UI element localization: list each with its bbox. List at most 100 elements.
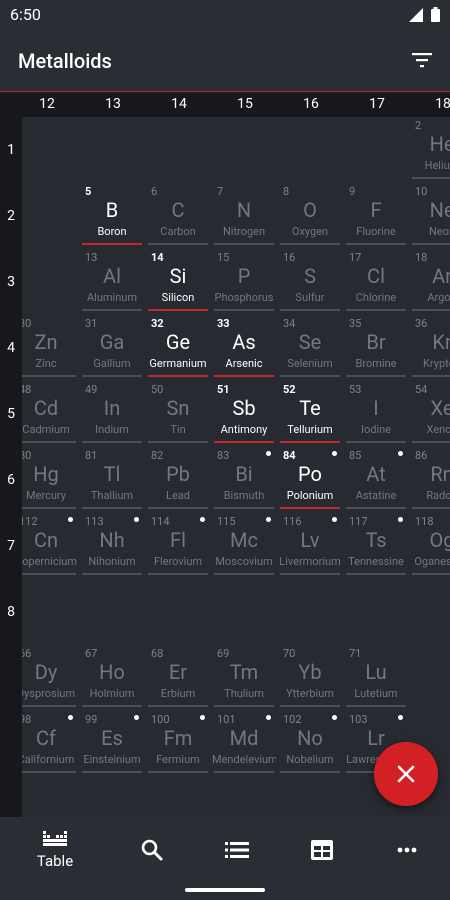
element-name: Krypton xyxy=(423,357,450,370)
atomic-number: 100 xyxy=(151,713,170,726)
element-cell-cn[interactable]: 112Cn Copernicium xyxy=(22,513,78,575)
element-cell-po[interactable]: 84 Po Polonium xyxy=(278,447,342,509)
element-cell-og[interactable]: 118Og Oganesson xyxy=(410,513,450,575)
element-cell-si[interactable]: 14 Si Silicon xyxy=(146,249,210,311)
element-symbol: Xe xyxy=(430,396,450,420)
element-cell-te[interactable]: 52 Te Tellurium xyxy=(278,381,342,443)
element-name: Fermium xyxy=(156,753,200,766)
atomic-number: 69 xyxy=(217,647,230,660)
element-cell-cl[interactable]: 17 Cl Chlorine xyxy=(344,249,408,311)
element-cell-pb[interactable]: 82 Pb Lead xyxy=(146,447,210,509)
element-cell-he[interactable]: 2 He Helium xyxy=(410,117,450,179)
cell-underline xyxy=(214,573,274,575)
element-cell-mc[interactable]: 115 Mc Moscovium xyxy=(212,513,276,575)
element-symbol: Ge xyxy=(165,330,191,354)
nav-list[interactable] xyxy=(192,817,282,883)
element-cell-tl[interactable]: 81 Tl Thallium xyxy=(80,447,144,509)
cell-underline xyxy=(148,243,208,245)
cell-underline xyxy=(82,573,142,575)
element-cell-ge[interactable]: 32 Ge Germanium xyxy=(146,315,210,377)
element-cell-bi[interactable]: 83 Bi Bismuth xyxy=(212,447,276,509)
element-cell-kr[interactable]: 36 Kr Krypton xyxy=(410,315,450,377)
cell-underline xyxy=(412,243,450,245)
element-cell-tm[interactable]: 69 Tm Thulium xyxy=(212,645,276,707)
element-symbol: Po xyxy=(298,462,322,486)
group-number: 16 xyxy=(303,96,319,112)
group-number: 15 xyxy=(237,96,253,112)
element-symbol: He xyxy=(429,132,450,156)
element-name: Sulfur xyxy=(295,291,325,304)
nav-grid[interactable] xyxy=(277,817,367,883)
cell-underline xyxy=(280,507,340,509)
element-cell-at[interactable]: 85 At Astatine xyxy=(344,447,408,509)
radioactive-indicator-dot xyxy=(200,517,205,522)
element-name: Holmium xyxy=(89,687,135,700)
element-cell-sb[interactable]: 51 Sb Antimony xyxy=(212,381,276,443)
element-cell-lv[interactable]: 116 Lv Livermorium xyxy=(278,513,342,575)
element-cell-sn[interactable]: 50 Sn Tin xyxy=(146,381,210,443)
element-cell-n[interactable]: 7 N Nitrogen xyxy=(212,183,276,245)
element-name: Neon xyxy=(428,225,450,238)
element-cell-hg[interactable]: 80 Hg Mercury xyxy=(22,447,78,509)
filter-button[interactable] xyxy=(408,46,436,74)
element-cell-ho[interactable]: 67 Ho Holmium xyxy=(80,645,144,707)
element-cell-p[interactable]: 15 P Phosphorus xyxy=(212,249,276,311)
element-symbol: Sn xyxy=(166,396,190,420)
element-symbol: Cn xyxy=(33,528,59,552)
element-cell-br[interactable]: 35 Br Bromine xyxy=(344,315,408,377)
element-cell-zn[interactable]: 30 Zn Zinc xyxy=(22,315,78,377)
element-cell-as[interactable]: 33 As Arsenic xyxy=(212,315,276,377)
cell-underline xyxy=(82,705,142,707)
element-cell-no[interactable]: 102 No Nobelium xyxy=(278,711,342,773)
element-cell-s[interactable]: 16 S Sulfur xyxy=(278,249,342,311)
element-cell-c[interactable]: 6 C Carbon xyxy=(146,183,210,245)
radioactive-indicator-dot xyxy=(332,451,337,456)
element-cell-f[interactable]: 9 F Fluorine xyxy=(344,183,408,245)
element-name: Tellurium xyxy=(287,423,333,436)
element-cell-er[interactable]: 68 Er Erbium xyxy=(146,645,210,707)
element-name: Cadmium xyxy=(22,423,70,436)
nav-search[interactable] xyxy=(107,817,197,883)
atomic-number: 80 xyxy=(22,449,32,462)
element-cell-es[interactable]: 99 Es Einsteinium xyxy=(80,711,144,773)
element-cell-lu[interactable]: 71 Lu Lutetium xyxy=(344,645,408,707)
element-cell-al[interactable]: 13 Al Aluminum xyxy=(80,249,144,311)
element-cell-fm[interactable]: 100 Fm Fermium xyxy=(146,711,210,773)
element-cell-cd[interactable]: 48 Cd Cadmium xyxy=(22,381,78,443)
gesture-bar xyxy=(0,883,450,900)
periodic-table-grid[interactable]: 2 He Helium 5B Boron 6C Carbon 7N Nitrogen 8O Oxyg… xyxy=(22,117,450,817)
atomic-number: 113 xyxy=(85,515,104,528)
element-cell-fl[interactable]: 114 Fl Flerovium xyxy=(146,513,210,575)
close-fab-button[interactable] xyxy=(374,742,438,806)
element-cell-nh[interactable]: 113 Nh Nihonium xyxy=(80,513,144,575)
radioactive-indicator-dot xyxy=(68,517,73,522)
element-cell-dy[interactable]: 66 Dy Dysprosium xyxy=(22,645,78,707)
element-cell-ga[interactable]: 31 Ga Gallium xyxy=(80,315,144,377)
element-cell-cf[interactable]: 98 Cf Californium xyxy=(22,711,78,773)
element-cell-i[interactable]: 53 I Iodine xyxy=(344,381,408,443)
element-cell-md[interactable]: 101 Md Mendelevium xyxy=(212,711,276,773)
element-cell-rn[interactable]: 86Rn Radon xyxy=(410,447,450,509)
element-cell-se[interactable]: 34 Se Selenium xyxy=(278,315,342,377)
element-cell-ar[interactable]: 18 Ar Argon xyxy=(410,249,450,311)
element-cell-ts[interactable]: 117 Ts Tennessine xyxy=(344,513,408,575)
cell-underline xyxy=(346,243,406,245)
element-symbol: Ga xyxy=(99,330,125,354)
nav-more[interactable] xyxy=(362,817,450,883)
element-cell-yb[interactable]: 70 Yb Ytterbium xyxy=(278,645,342,707)
element-cell-xe[interactable]: 54Xe Xenon xyxy=(410,381,450,443)
element-name: Antimony xyxy=(220,423,268,436)
element-symbol: Md xyxy=(229,726,259,750)
element-cell-b[interactable]: 5 B Boron xyxy=(80,183,144,245)
element-cell-o[interactable]: 8 O Oxygen xyxy=(278,183,342,245)
element-name: Aluminum xyxy=(86,291,138,304)
element-symbol: Hg xyxy=(33,462,59,486)
atomic-number: 86 xyxy=(415,449,428,462)
nav-table[interactable]: Table xyxy=(10,817,100,883)
home-indicator[interactable] xyxy=(185,888,265,892)
cell-underline xyxy=(412,309,450,311)
element-cell-ne[interactable]: 10Ne Neon xyxy=(410,183,450,245)
element-cell-in[interactable]: 49 In Indium xyxy=(80,381,144,443)
cell-underline xyxy=(412,177,450,179)
element-name: Bismuth xyxy=(223,489,265,502)
